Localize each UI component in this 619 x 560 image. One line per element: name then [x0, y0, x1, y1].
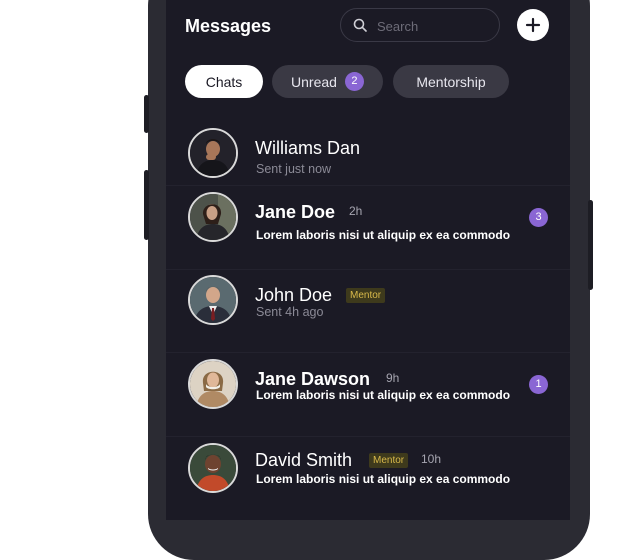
conversation-item[interactable]: David Smith Mentor 10h Lorem laboris nis… [166, 438, 570, 520]
message-preview: Lorem laboris nisi ut aliquip ex ea comm… [256, 228, 511, 242]
header: Messages [166, 0, 570, 50]
avatar [188, 359, 238, 409]
message-time: 2h [349, 204, 363, 218]
search-icon [353, 18, 367, 32]
tab-label: Mentorship [416, 73, 486, 90]
sent-status: Sent 4h ago [256, 305, 324, 319]
avatar [188, 128, 238, 178]
phone-side-button [144, 95, 149, 133]
unread-count-badge: 1 [529, 375, 548, 394]
tab-label: Chats [205, 73, 243, 90]
contact-name: Williams Dan [255, 138, 361, 158]
contact-name: John Doe [255, 285, 333, 305]
messages-screen: Messages Chats Unread 2 Mentorship [166, 0, 570, 520]
message-preview: Lorem laboris nisi ut aliquip ex ea comm… [256, 388, 511, 402]
avatar [188, 443, 238, 493]
avatar [188, 275, 238, 325]
message-time: 10h [421, 452, 442, 466]
tab-chats[interactable]: Chats [185, 65, 263, 98]
contact-name: Jane Doe [255, 202, 336, 222]
unread-count-badge: 3 [529, 208, 548, 227]
conversation-item[interactable]: Jane Dawson 9h Lorem laboris nisi ut ali… [166, 354, 570, 437]
page-title: Messages [185, 16, 272, 36]
contact-name: Jane Dawson [255, 369, 371, 389]
tab-label: Unread [291, 73, 337, 90]
conversation-item[interactable]: Jane Doe 2h Lorem laboris nisi ut aliqui… [166, 187, 570, 270]
message-preview: Lorem laboris nisi ut aliquip ex ea comm… [256, 472, 511, 486]
conversation-item[interactable]: Williams Dan Sent just now [166, 112, 570, 195]
mentor-badge: Mentor [346, 288, 386, 303]
plus-icon [525, 17, 541, 33]
conversation-item[interactable]: John Doe Mentor Sent 4h ago [166, 270, 570, 353]
search-box[interactable] [340, 8, 500, 42]
phone-side-button [144, 170, 149, 240]
search-input[interactable] [375, 16, 495, 36]
divider [166, 185, 570, 186]
tab-unread[interactable]: Unread 2 [272, 65, 383, 98]
phone-side-button [588, 200, 593, 290]
divider [166, 436, 570, 437]
contact-name: David Smith [255, 450, 353, 470]
new-message-button[interactable] [517, 9, 549, 41]
message-time: 9h [386, 371, 400, 385]
tab-mentorship[interactable]: Mentorship [393, 65, 509, 98]
mentor-badge: Mentor [369, 453, 409, 468]
sent-status: Sent just now [256, 162, 332, 176]
avatar [188, 192, 238, 242]
unread-count-badge: 2 [344, 72, 364, 91]
divider [166, 352, 570, 353]
